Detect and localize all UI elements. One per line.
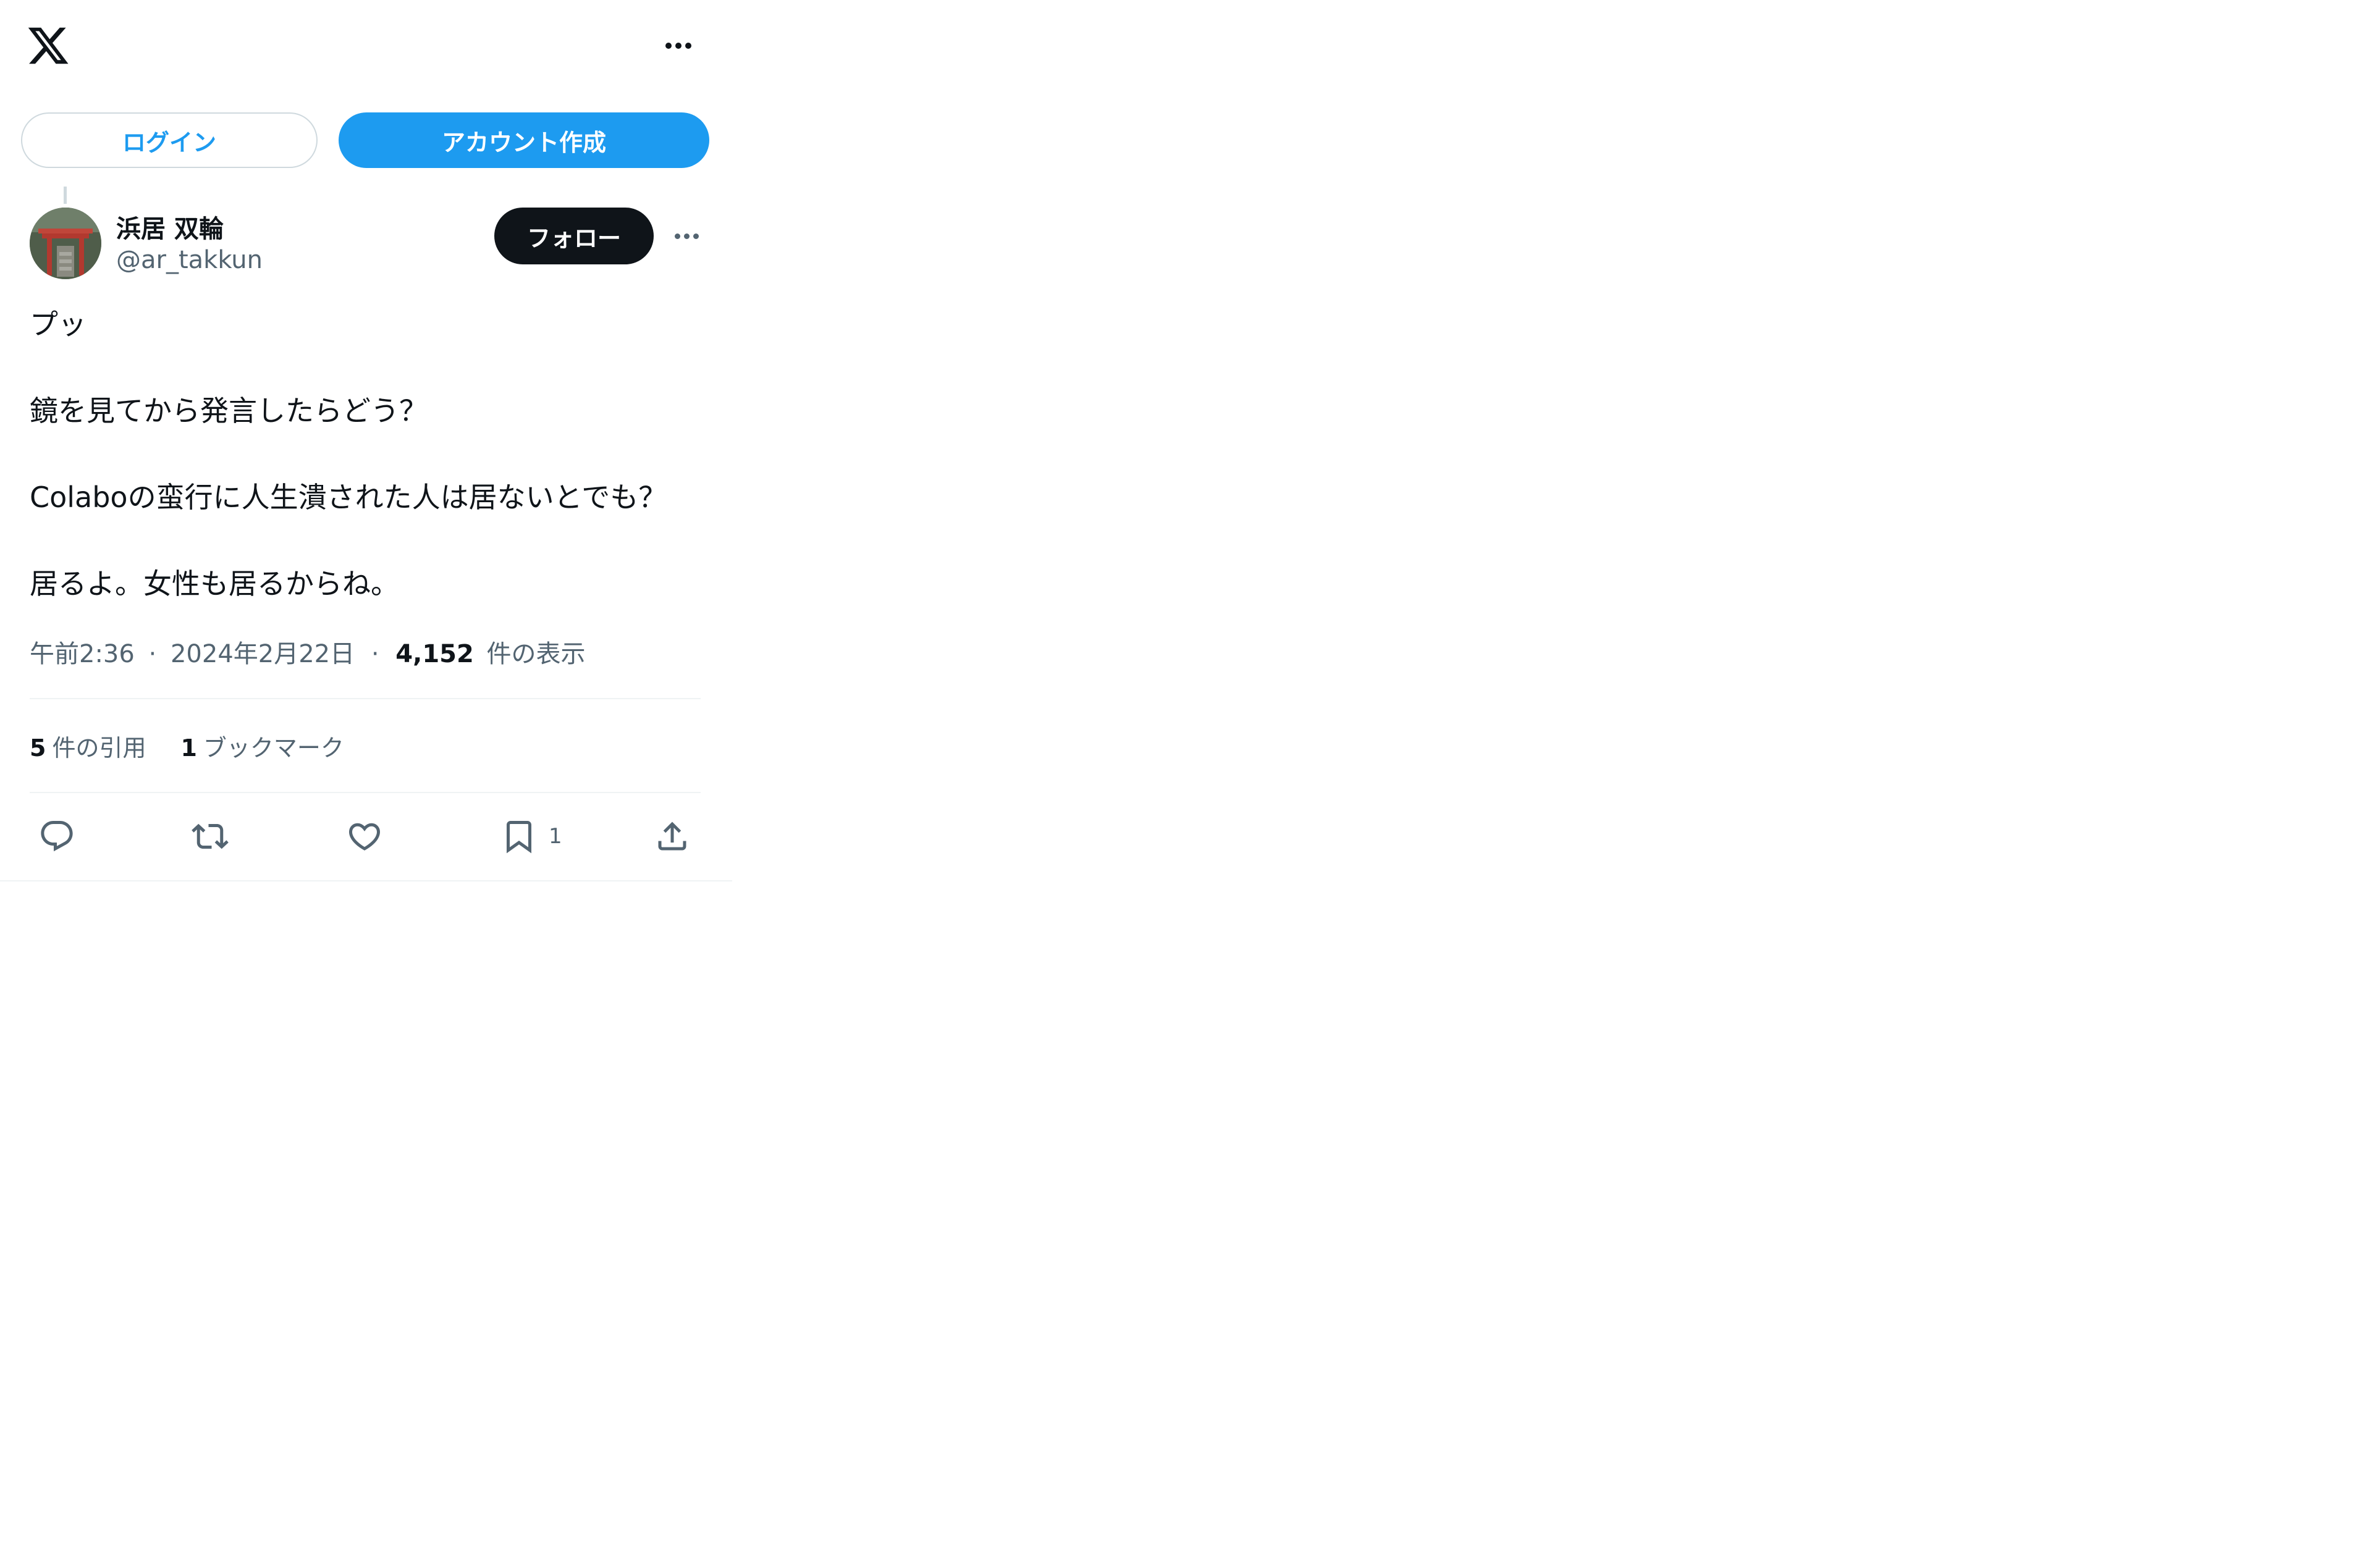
bookmarks-label: ブックマーク [203,734,344,762]
quotes-stat[interactable]: 5 件の引用 [30,729,146,763]
bookmark-button[interactable]: 1 [500,812,562,861]
follow-button[interactable]: フォロー [494,208,654,264]
tweet-column: ログイン アカウント作成 浜居 双輪 @ar_takkun フォロー プッ 鏡を… [0,0,732,881]
tweet-date[interactable]: 2024年2月22日 [171,640,355,668]
quotes-count: 5 [30,734,46,762]
login-button[interactable]: ログイン [21,112,318,168]
x-logo-icon[interactable] [26,23,70,68]
share-icon [658,822,686,851]
bookmark-icon [507,821,531,854]
bookmarks-stat[interactable]: 1 ブックマーク [180,729,344,763]
tweet-paragraph: プッ [30,308,87,341]
bookmark-count: 1 [549,824,562,849]
tweet-more-icon[interactable] [667,224,706,248]
more-horizontal-icon[interactable] [660,33,697,58]
divider [30,698,701,699]
bookmarks-count: 1 [180,734,197,762]
tweet-paragraph: 居るよ。女性も居るからね。 [30,567,399,600]
author-handle[interactable]: @ar_takkun [116,246,263,274]
thread-connector-line [64,187,67,204]
tweet-paragraph: Colaboの蛮行に人生潰された人は居ないとでも？ [30,481,667,514]
tweet-meta: 午前2:36 · 2024年2月22日 · 4,152 件の表示 [30,634,586,670]
avatar[interactable] [30,208,101,279]
share-button[interactable] [654,812,691,861]
like-icon [348,823,381,851]
tweet-stats: 5 件の引用 1 ブックマーク [30,729,379,763]
reply-icon [41,821,73,852]
like-button[interactable] [346,812,383,861]
author-display-name[interactable]: 浜居 双輪 [116,209,224,245]
meta-separator: · [371,640,379,668]
tweet-actions: 1 [0,812,732,861]
tweet-time[interactable]: 午前2:36 [30,640,135,668]
reply-button[interactable] [38,812,75,861]
views-count: 4,152 [395,640,474,668]
divider [30,792,701,793]
tweet-text: プッ 鏡を見てから発言したらどう？ Colaboの蛮行に人生潰された人は居ないと… [30,303,722,605]
tweet-paragraph: 鏡を見てから発言したらどう？ [30,394,428,427]
meta-separator: · [148,640,157,668]
retweet-button[interactable] [192,812,229,861]
page: ログイン アカウント作成 浜居 双輪 @ar_takkun フォロー プッ 鏡を… [0,0,2380,1564]
signup-button[interactable]: アカウント作成 [339,112,709,168]
quotes-label: 件の引用 [52,734,146,762]
views-label: 件の表示 [486,640,586,668]
retweet-icon [192,823,229,849]
